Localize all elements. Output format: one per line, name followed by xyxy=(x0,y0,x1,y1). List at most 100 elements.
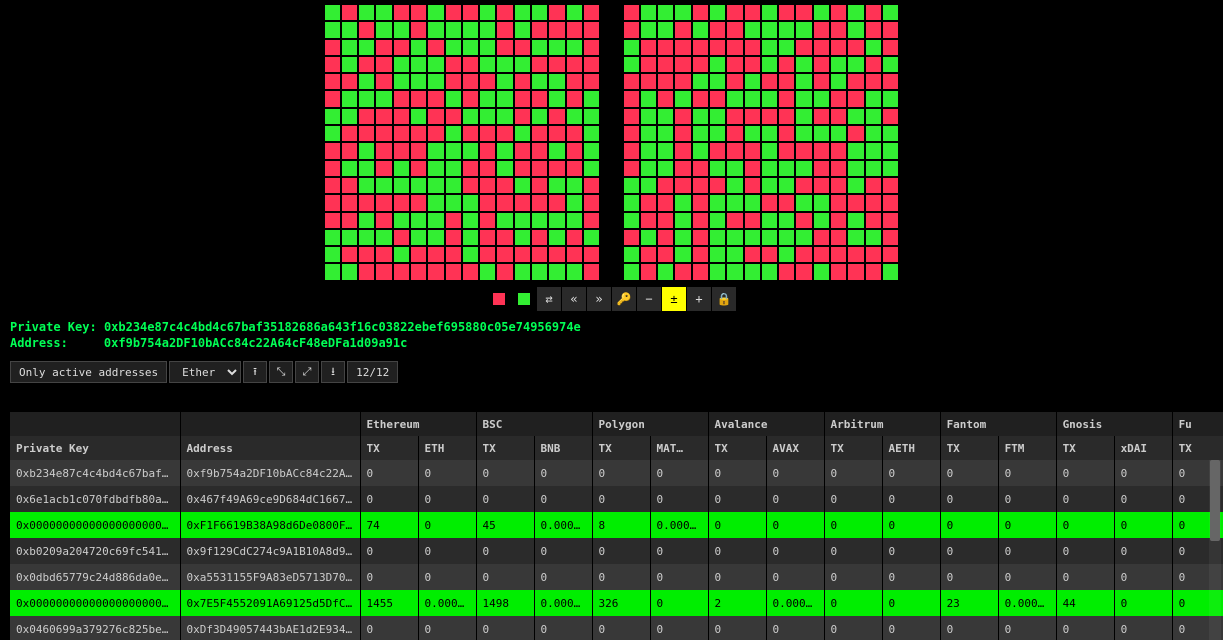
bit-cell[interactable] xyxy=(393,21,410,38)
bit-cell[interactable] xyxy=(744,90,761,107)
bit-cell[interactable] xyxy=(566,229,583,246)
bit-cell[interactable] xyxy=(479,177,496,194)
bit-cell[interactable] xyxy=(761,108,778,125)
bit-cell[interactable] xyxy=(583,4,600,21)
bit-cell[interactable] xyxy=(640,263,657,280)
bit-cell[interactable] xyxy=(324,142,341,159)
bit-cell[interactable] xyxy=(674,263,691,280)
bit-cell[interactable] xyxy=(795,73,812,90)
bit-cell[interactable] xyxy=(657,263,674,280)
bit-cell[interactable] xyxy=(865,229,882,246)
bit-cell[interactable] xyxy=(709,194,726,211)
bit-cell[interactable] xyxy=(865,125,882,142)
set-green-button[interactable] xyxy=(512,287,536,311)
bit-cell[interactable] xyxy=(358,4,375,21)
bit-cell[interactable] xyxy=(674,160,691,177)
bit-cell[interactable] xyxy=(657,108,674,125)
bit-cell[interactable] xyxy=(341,177,358,194)
bit-cell[interactable] xyxy=(324,194,341,211)
bit-cell[interactable] xyxy=(479,194,496,211)
bit-cell[interactable] xyxy=(375,39,392,56)
bit-cell[interactable] xyxy=(375,4,392,21)
bit-cell[interactable] xyxy=(445,142,462,159)
bit-cell[interactable] xyxy=(358,21,375,38)
bit-cell[interactable] xyxy=(761,90,778,107)
bit-cell[interactable] xyxy=(657,21,674,38)
bit-cell[interactable] xyxy=(761,212,778,229)
bit-cell[interactable] xyxy=(341,212,358,229)
bit-cell[interactable] xyxy=(393,4,410,21)
bit-cell[interactable] xyxy=(393,73,410,90)
bit-cell[interactable] xyxy=(324,90,341,107)
bit-cell[interactable] xyxy=(445,4,462,21)
bit-cell[interactable] xyxy=(583,212,600,229)
bit-cell[interactable] xyxy=(324,108,341,125)
bit-cell[interactable] xyxy=(674,108,691,125)
bit-cell[interactable] xyxy=(496,212,513,229)
bit-cell[interactable] xyxy=(847,142,864,159)
bit-cell[interactable] xyxy=(623,125,640,142)
bit-cell[interactable] xyxy=(623,194,640,211)
bit-cell[interactable] xyxy=(531,125,548,142)
bit-cell[interactable] xyxy=(674,56,691,73)
bit-cell[interactable] xyxy=(514,108,531,125)
bit-cell[interactable] xyxy=(427,125,444,142)
bit-cell[interactable] xyxy=(479,4,496,21)
bit-cell[interactable] xyxy=(623,39,640,56)
bit-cell[interactable] xyxy=(623,263,640,280)
bit-cell[interactable] xyxy=(623,4,640,21)
bit-cell[interactable] xyxy=(640,142,657,159)
bit-cell[interactable] xyxy=(726,160,743,177)
bit-cell[interactable] xyxy=(657,73,674,90)
bit-cell[interactable] xyxy=(847,73,864,90)
bit-cell[interactable] xyxy=(341,39,358,56)
bit-cell[interactable] xyxy=(410,177,427,194)
bit-cell[interactable] xyxy=(358,160,375,177)
bit-cell[interactable] xyxy=(496,229,513,246)
plus-minus-button[interactable]: ± xyxy=(662,287,686,311)
bit-cell[interactable] xyxy=(566,160,583,177)
bit-cell[interactable] xyxy=(393,160,410,177)
bit-cell[interactable] xyxy=(410,160,427,177)
bit-cell[interactable] xyxy=(847,90,864,107)
bit-cell[interactable] xyxy=(778,90,795,107)
bit-cell[interactable] xyxy=(479,108,496,125)
bit-cell[interactable] xyxy=(865,194,882,211)
bit-cell[interactable] xyxy=(865,90,882,107)
bit-cell[interactable] xyxy=(341,56,358,73)
bit-cell[interactable] xyxy=(375,90,392,107)
bit-cell[interactable] xyxy=(847,108,864,125)
bit-cell[interactable] xyxy=(882,246,899,263)
bit-cell[interactable] xyxy=(462,21,479,38)
key-button[interactable]: 🔑 xyxy=(612,287,636,311)
bit-cell[interactable] xyxy=(692,4,709,21)
bit-cell[interactable] xyxy=(865,177,882,194)
bit-cell[interactable] xyxy=(358,263,375,280)
bit-cell[interactable] xyxy=(375,263,392,280)
bit-cell[interactable] xyxy=(324,160,341,177)
bit-cell[interactable] xyxy=(375,160,392,177)
bit-cell[interactable] xyxy=(496,39,513,56)
bit-cell[interactable] xyxy=(813,56,830,73)
bit-cell[interactable] xyxy=(583,39,600,56)
bit-cell[interactable] xyxy=(657,160,674,177)
bit-cell[interactable] xyxy=(393,125,410,142)
bit-cell[interactable] xyxy=(445,73,462,90)
bit-cell[interactable] xyxy=(847,56,864,73)
bit-cell[interactable] xyxy=(427,246,444,263)
bit-cell[interactable] xyxy=(514,229,531,246)
bit-cell[interactable] xyxy=(548,39,565,56)
bit-cell[interactable] xyxy=(657,39,674,56)
bit-cell[interactable] xyxy=(445,177,462,194)
column-header[interactable]: TX xyxy=(360,436,418,460)
bit-cell[interactable] xyxy=(375,56,392,73)
bit-grid-right[interactable] xyxy=(623,4,900,281)
bit-cell[interactable] xyxy=(479,39,496,56)
bit-cell[interactable] xyxy=(514,4,531,21)
bit-cell[interactable] xyxy=(410,39,427,56)
bit-cell[interactable] xyxy=(427,21,444,38)
bit-cell[interactable] xyxy=(445,246,462,263)
bit-cell[interactable] xyxy=(324,246,341,263)
bit-cell[interactable] xyxy=(548,142,565,159)
bit-cell[interactable] xyxy=(324,177,341,194)
